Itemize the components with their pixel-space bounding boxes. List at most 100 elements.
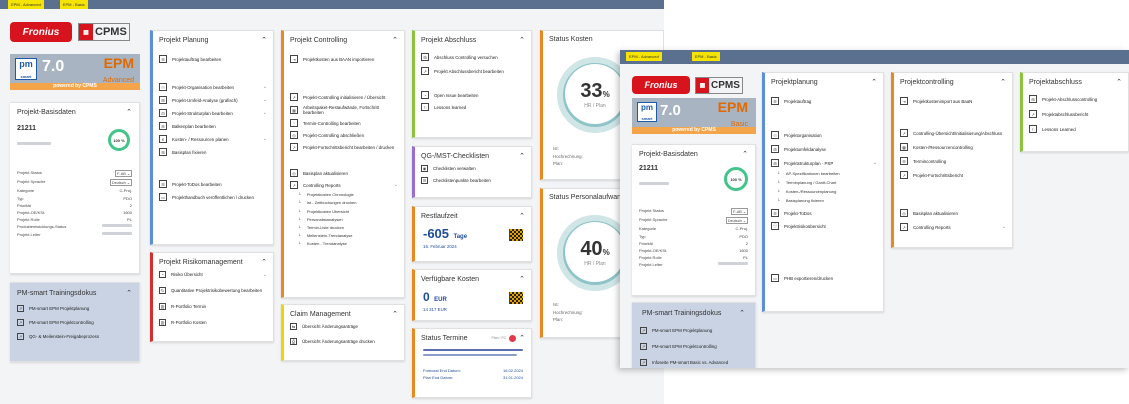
projekt-sprache-select[interactable]: Deutsch ⌄: [725, 217, 748, 225]
menu-item-projekt-fortschrittsbericht-bearbeiten-d[interactable]: ↗ Projekt-Fortschrittsbericht bearbeiten …: [290, 143, 398, 151]
report-projektkosten-u-bersicht[interactable]: └ Projektkosten Übersicht: [298, 209, 398, 214]
menu-item-pm-smart-epm-projektplanung[interactable]: ↗ PM-smart EPM Projektplanung: [17, 305, 132, 312]
menu-item-u-bersicht-a-nderungsantra-ge-drucken[interactable]: ⎙ Übersicht Änderungsanträge drucken: [290, 338, 398, 345]
psp-kosten-ressourcenplanung[interactable]: └ Kosten-/Ressourcenplanung: [777, 189, 877, 194]
expand-icon[interactable]: ⌄: [263, 136, 267, 142]
menu-item-r-portfolio-kosten[interactable]: ▥ R-Portfolio Kosten: [159, 319, 267, 326]
menu-item-termin-controlling-bearbeiten[interactable]: ⋮ Termin-Controlling bearbeiten: [290, 119, 398, 127]
report-personalistanalysen[interactable]: └ Personalistanalysen: [298, 217, 398, 222]
expand-icon[interactable]: ⌄: [263, 97, 267, 103]
menu-item-controlling-reports[interactable]: ↗ Controlling Reports ⌄: [290, 181, 398, 189]
menu-item-checklisten-verwalten[interactable]: ◉ Checklisten verwalten: [421, 165, 525, 172]
expand-icon[interactable]: ⌄: [873, 160, 877, 166]
report-ist-zeitbuchungen-drucken[interactable]: └ Ist - Zeitbuchungen drucken: [298, 200, 398, 205]
menu-item-checklistenpunkte-bearbeiten[interactable]: ☰ Checklistenpunkte bearbeiten: [421, 177, 525, 184]
tab-epm-advanced[interactable]: EPM - Advanced: [8, 0, 44, 9]
menu-item-projektauftrag-bearbeiten[interactable]: ☰ Projektauftrag bearbeiten: [159, 55, 267, 63]
menu-item-projektabschlussbericht[interactable]: ↗ Projektabschlussbericht: [1029, 110, 1122, 118]
menu-item-projekt-todos-bearbeiten[interactable]: ☰ Projekt-ToDos bearbeiten: [159, 180, 267, 188]
expand-icon[interactable]: ⌄: [263, 110, 267, 116]
menu-item-controlling-reports[interactable]: ↗ Controlling Reports ⌄: [900, 223, 1006, 231]
report-meilenstein-trendanalyse[interactable]: └ Meilenstein-Trendanalyse: [298, 233, 398, 238]
expand-icon[interactable]: ⌄: [394, 182, 398, 188]
collapse-icon[interactable]: ⌃: [126, 289, 132, 297]
report-label: Termin-Liste drucken: [306, 224, 344, 230]
menu-item-projekt-fortschrittsbericht[interactable]: ↗ Projekt-Fortschrittsbericht: [900, 171, 1006, 179]
menu-item-projektkostenimport-aus-baan[interactable]: ⇥ Projektkostenimport aus BaaN: [900, 97, 1006, 105]
collapse-icon[interactable]: ⌃: [519, 36, 525, 44]
collapse-icon[interactable]: ⌃: [1116, 78, 1122, 86]
collapse-icon[interactable]: ⌃: [519, 334, 525, 342]
collapse-icon[interactable]: ⌃: [519, 152, 525, 160]
psp-ap-spezifikationen-bearbeiten[interactable]: └ AP-Spezifikationen bearbeiten: [777, 171, 877, 176]
collapse-icon[interactable]: ⌃: [1000, 78, 1006, 86]
menu-item-termincontrolling[interactable]: ☰ Termincontrolling: [900, 157, 1006, 165]
menu-item-u-bersicht-a-nderungsantra-ge[interactable]: ⇆ Übersicht Änderungsanträge: [290, 323, 398, 330]
collapse-icon[interactable]: ⌃: [261, 36, 267, 44]
collapse-icon[interactable]: ⌃: [261, 258, 267, 266]
menu-item-arbeitspaket-restaufwa-nde-fortschritt-b[interactable]: ▦ Arbeitspaket-Restaufwände, Fortschritt …: [290, 105, 398, 115]
expand-icon[interactable]: ⌄: [263, 272, 267, 278]
menu-item-abschluss-controlling-versuchen[interactable]: ⊞ Abschluss Controlling versuchen: [421, 53, 525, 61]
menu-item-pm-smart-epm-projektplanung[interactable]: ↗ PM-smart EPM Projektplanung: [640, 327, 747, 334]
menu-item-projekthandbuch-vero-ffentlichen-drucken[interactable]: ▭ Projekthandbuch veröffentlichen / druck…: [159, 193, 267, 201]
report-kosten-trendanalyse[interactable]: └ Kosten - Trendanalyse: [298, 241, 398, 246]
menu-item-projektstrukturplan-psp[interactable]: ⊞ Projektstrukturplan - PSP ⌄: [771, 159, 877, 167]
menu-item-projektumfeldanalyse[interactable]: ⊞ Projektumfeldanalyse: [771, 145, 877, 153]
collapse-icon[interactable]: ⌃: [392, 36, 398, 44]
menu-item-open-issue-bearbeiten[interactable]: ◔ Open Issue bearbeiten: [421, 91, 525, 99]
menu-item-projekt-organisation-bearbeiten[interactable]: ⚇ Projekt-Organisation bearbeiten ⌄: [159, 83, 267, 91]
menu-item-infoseite-pm-smart-basic-vs-advanced[interactable]: ↗ Infoseite PM-smart Basic vs. Advanced: [640, 359, 747, 366]
menu-item-projekt-abschlusscontrolling[interactable]: ⊞ Projekt-Abschlusscontrolling: [1029, 95, 1122, 103]
menu-item-projektorganisation[interactable]: ⚇ Projektorganisation: [771, 131, 877, 139]
menu-item-projektrisikou-bersicht[interactable]: ⓘ Projektrisikoübersicht: [771, 222, 877, 230]
menu-item-projekt-strukturplan-bearbeiten[interactable]: ⊟ Projekt-Strukturplan bearbeiten ⌄: [159, 109, 267, 117]
menu-item-r-portfolio-termin[interactable]: ▥ R-Portfolio Termin: [159, 303, 267, 310]
menu-item-controlling-u-bersicht-initialisierung-a[interactable]: ↗ Controlling-Übersicht/Initialisierung/A…: [900, 129, 1006, 137]
menu-item-projektauftrag[interactable]: ☰ Projektauftrag: [771, 97, 877, 105]
psp-terminplanung-gantt-chart[interactable]: └ Terminplanung / Gantt-Chart: [777, 180, 877, 185]
menu-item-qg-meilenstein-freigabeprozess[interactable]: ↗ QG- & Meilenstein-Freigabeprozess: [17, 333, 132, 340]
collapse-icon[interactable]: ⌃: [126, 108, 132, 116]
report-projektkosten-chronologie[interactable]: └ Projektkosten Chronologie: [298, 192, 398, 197]
expand-icon[interactable]: ⌄: [263, 84, 267, 90]
menu-item-label: Kosten-/Ressourcencontrolling: [913, 144, 973, 150]
menu-item-kosten-ressourcen-planen[interactable]: € Kosten- / Ressourcen planen ⌄: [159, 135, 267, 143]
report-termin-liste-drucken[interactable]: └ Termin-Liste drucken: [298, 225, 398, 230]
psp-basisplanung-fixieren[interactable]: └ Basisplanung fixieren: [777, 198, 877, 203]
card-title: Projekt Planung: [159, 36, 209, 44]
menu-item-projekt-todos[interactable]: ☰ Projekt-ToDos: [771, 209, 877, 217]
menu-item-projekt-controlling-initialisieren-u-ber[interactable]: ↗ Projekt-Controlling initialisieren / Üb…: [290, 93, 398, 101]
collapse-icon[interactable]: ⌃: [739, 309, 745, 317]
tab-epm-advanced[interactable]: EPM - Advanced: [626, 52, 662, 61]
menu-item-phb-exportieren-drucken[interactable]: ▭ PHB exportieren/drucken: [771, 274, 877, 282]
tab-epm-basic[interactable]: EPM - Basic: [691, 52, 720, 61]
projekt-sprache-select[interactable]: Deutsch ⌄: [109, 179, 132, 187]
projekt-status-select[interactable]: F-AB ⌄: [115, 170, 132, 177]
collapse-icon[interactable]: ⌃: [519, 275, 525, 283]
projekt-status-select[interactable]: F-AB ⌄: [731, 208, 748, 215]
collapse-icon[interactable]: ⌃: [742, 150, 748, 158]
project-name-redacted: [17, 142, 51, 145]
menu-item-kosten-ressourcencontrolling[interactable]: ▦ Kosten-/Ressourcencontrolling: [900, 143, 1006, 151]
menu-item-basisplan-aktualisieren[interactable]: ◎ Basisplan aktualisieren: [290, 169, 398, 177]
collapse-icon[interactable]: ⌃: [519, 212, 525, 220]
collapse-icon[interactable]: ⌃: [871, 78, 877, 86]
menu-item-pm-smart-epm-projektcontrolling[interactable]: ↗ PM-smart EPM Projektcontrolling: [640, 343, 747, 350]
menu-item-basisplan-aktualisieren[interactable]: ◎ Basisplan aktualisieren: [900, 209, 1006, 217]
menu-item-quantitative-projektrisikobewertung-bear[interactable]: ↻ Quantitative Projektrisikobewertung bea…: [159, 287, 267, 294]
menu-item-basisplan-fixieren[interactable]: ⊞ Basisplan fixieren: [159, 148, 267, 156]
menu-item-projekt-umfeld-analyse-grafisch[interactable]: ⊞ Projekt-Umfeld-Analyse (grafisch) ⌄: [159, 96, 267, 104]
menu-item-balkenplan-bearbeiten[interactable]: ☰ Balkenplan bearbeiten: [159, 122, 267, 130]
menu-item-risiko-u-bersicht[interactable]: ◔ Risiko Übersicht ⌄: [159, 271, 267, 278]
menu-item-projekt-controlling-abschlie-en[interactable]: ◎ Projekt-Controlling abschließen: [290, 131, 398, 139]
tab-epm-basic[interactable]: EPM - Basic: [59, 0, 88, 9]
menu-item-pm-smart-epm-projektcontrolling[interactable]: ↗ PM-smart EPM Projektcontrolling: [17, 319, 132, 326]
collapse-icon[interactable]: ⌃: [392, 310, 398, 318]
menu-item-projektkosten-aus-baan-importieren[interactable]: ⇥ Projektkosten aus BAAN importieren: [290, 55, 398, 63]
expand-icon[interactable]: ⌄: [1002, 224, 1006, 230]
menu-item-lessons-learned[interactable]: ⚐ Lessons Learned: [1029, 125, 1122, 133]
menu-item-lessons-learned[interactable]: ⚐ Lessons learned: [421, 103, 525, 111]
menu-item-projekt-abschlussbericht-bearbeiten[interactable]: ↗ Projekt Abschlussbericht bearbeiten: [421, 67, 525, 75]
card-title: Status Termine: [421, 334, 468, 342]
